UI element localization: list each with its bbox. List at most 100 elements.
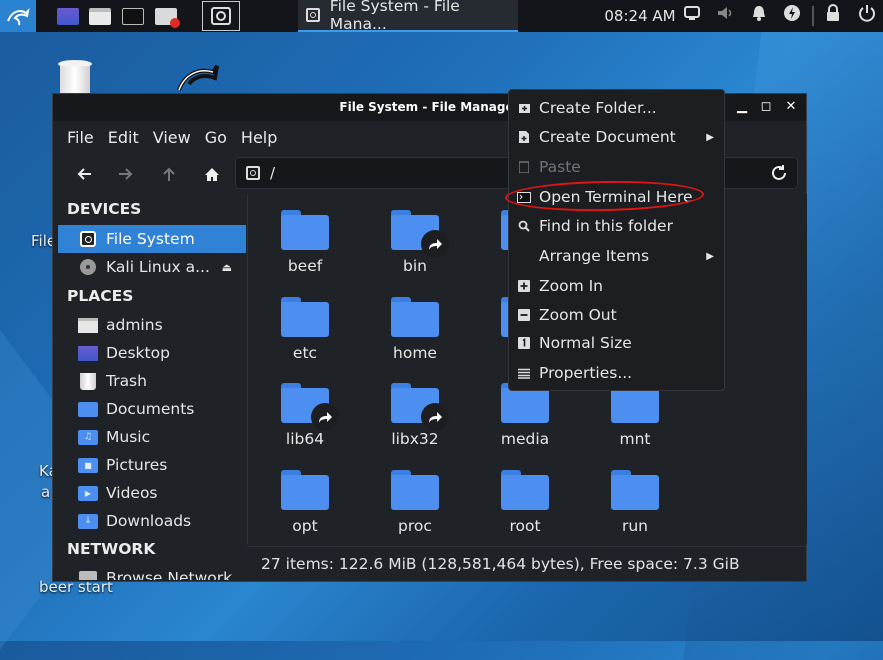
folder-icon <box>611 470 659 510</box>
home-folder-icon <box>78 317 98 333</box>
file-item[interactable]: mnt <box>580 383 690 448</box>
menu-item-properties[interactable]: Properties... <box>509 359 724 387</box>
menu-item-label: Arrange Items <box>539 247 650 265</box>
file-item[interactable]: media <box>470 383 580 448</box>
menu-help[interactable]: Help <box>235 123 285 153</box>
sidebar-item-music[interactable]: ♫ Music <box>58 423 246 451</box>
home-button[interactable] <box>198 160 226 188</box>
file-name: root <box>509 517 541 535</box>
desktop-launcher[interactable] <box>55 4 81 28</box>
menu-item-create-document[interactable]: Create Document ▶ <box>509 123 724 151</box>
trash-icon <box>78 372 98 390</box>
file-item[interactable]: home <box>360 297 470 362</box>
menu-edit[interactable]: Edit <box>102 123 147 153</box>
file-item[interactable]: opt <box>250 470 360 535</box>
file-item[interactable]: libx32 <box>360 383 470 448</box>
desktop-label: a <box>41 483 51 501</box>
forward-button[interactable] <box>112 160 140 188</box>
menu-item-zoom-out[interactable]: Zoom Out <box>509 301 724 329</box>
sidebar-item-downloads[interactable]: ↓ Downloads <box>58 507 246 535</box>
sidebar-item-label: admins <box>106 316 163 334</box>
menu-item-create-folder[interactable]: Create Folder... <box>509 94 724 122</box>
back-button[interactable] <box>70 160 98 188</box>
menu-item-label: Zoom Out <box>539 306 617 324</box>
menu-item-normal-size[interactable]: Normal Size <box>509 329 724 357</box>
network-icon <box>78 570 98 580</box>
up-button[interactable] <box>155 160 183 188</box>
display-icon[interactable] <box>683 4 701 22</box>
menu-go[interactable]: Go <box>199 123 235 153</box>
sidebar-item-label: Music <box>106 428 151 446</box>
file-item[interactable]: lib64 <box>250 383 360 448</box>
zoom-in-icon <box>509 280 539 292</box>
folder-icon <box>391 470 439 510</box>
top-panel: File System - File Mana... 08:24 AM <box>0 0 883 33</box>
menu-item-arrange-items[interactable]: Arrange Items ▶ <box>509 242 724 270</box>
file-manager-launcher[interactable] <box>87 4 113 28</box>
sidebar-item-trash[interactable]: Trash <box>58 367 246 395</box>
file-item[interactable]: etc <box>250 297 360 362</box>
volume-icon[interactable] <box>716 4 734 22</box>
sidebar-item-label: Trash <box>106 372 147 390</box>
sidebar-item-documents[interactable]: Documents <box>58 395 246 423</box>
sidebar-item-label: Videos <box>106 484 158 502</box>
reload-icon[interactable] <box>770 164 788 186</box>
sidebar-item-browse-network[interactable]: Browse Network <box>58 564 246 580</box>
sidebar-item-file-system[interactable]: File System <box>58 225 246 253</box>
menu-item-label: Normal Size <box>539 334 632 352</box>
menu-file[interactable]: File <box>53 123 102 153</box>
close-button[interactable]: ✕ <box>783 99 799 115</box>
taskbar-file-manager[interactable]: File System - File Mana... <box>298 0 518 33</box>
terminal-launcher[interactable] <box>120 4 146 28</box>
sidebar: DEVICES File System Kali Linux a... ⏏ PL… <box>54 194 246 580</box>
clock[interactable]: 08:24 AM <box>602 4 678 28</box>
desktop-icon <box>78 345 98 361</box>
file-item[interactable]: beef <box>250 210 360 275</box>
recorder-launcher[interactable] <box>153 4 180 28</box>
file-name: beef <box>287 257 323 275</box>
menu-item-find[interactable]: Find in this folder <box>509 212 724 240</box>
folder-icon <box>89 7 111 25</box>
kali-desktop-icon[interactable] <box>175 62 219 96</box>
symlink-icon <box>421 403 449 431</box>
workspace-switcher[interactable] <box>202 1 240 31</box>
sidebar-item-desktop[interactable]: Desktop <box>58 339 246 367</box>
sidebar-item-kali-disc[interactable]: Kali Linux a... ⏏ <box>58 253 246 281</box>
file-name: bin <box>403 257 427 275</box>
file-name: run <box>621 517 649 535</box>
eject-icon[interactable]: ⏏ <box>222 261 232 274</box>
menu-view[interactable]: View <box>147 123 199 153</box>
trash-desktop-icon[interactable] <box>54 58 96 100</box>
sidebar-item-label: Downloads <box>106 512 192 530</box>
sidebar-item-pictures[interactable]: ■ Pictures <box>58 451 246 479</box>
symlink-icon <box>311 403 339 431</box>
menu-item-paste[interactable]: Paste <box>509 153 724 181</box>
sidebar-item-admins[interactable]: admins <box>58 311 246 339</box>
file-name: home <box>393 344 437 362</box>
drive-icon <box>306 8 320 22</box>
lock-icon[interactable] <box>824 4 842 22</box>
file-item[interactable]: bin <box>360 210 470 275</box>
videos-folder-icon: ▶ <box>78 485 98 501</box>
folder-icon <box>281 297 329 337</box>
menu-item-label: Zoom In <box>539 277 604 295</box>
menu-item-label: Create Document <box>539 128 676 146</box>
sidebar-item-videos[interactable]: ▶ Videos <box>58 479 246 507</box>
notifications-icon[interactable] <box>750 4 768 22</box>
sidebar-item-label: Browse Network <box>106 569 233 580</box>
menu-item-zoom-in[interactable]: Zoom In <box>509 272 724 300</box>
file-item[interactable]: run <box>580 470 690 535</box>
maximize-button[interactable]: ◻ <box>758 99 774 115</box>
paste-icon <box>509 161 539 173</box>
power-manager-icon[interactable] <box>783 4 801 22</box>
file-item[interactable]: proc <box>360 470 470 535</box>
task-title: File System - File Mana... <box>329 0 460 33</box>
kali-menu-button[interactable] <box>0 0 36 32</box>
file-name: mnt <box>619 430 651 448</box>
minimize-button[interactable]: ▁ <box>734 99 750 115</box>
folder-icon <box>281 470 329 510</box>
file-item[interactable]: root <box>470 470 580 535</box>
sidebar-item-label: Desktop <box>106 344 170 362</box>
power-icon[interactable] <box>858 4 876 22</box>
file-name: lib64 <box>285 430 325 448</box>
